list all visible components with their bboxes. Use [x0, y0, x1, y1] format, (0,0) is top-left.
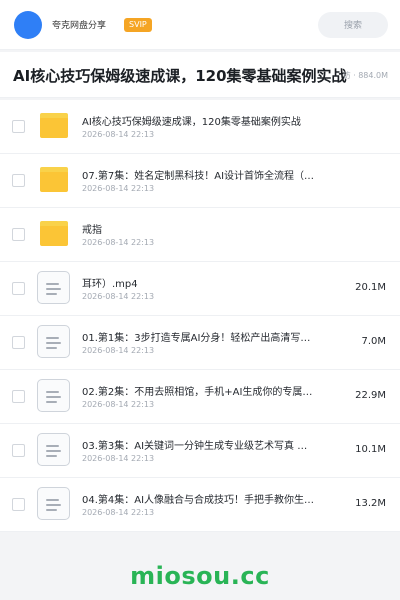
list-item[interactable]: 01.第1集：3步打造专属AI分身！轻松产出高清写… 2026-08-14 22… [0, 316, 400, 370]
title-meta: 访 · 884.0M [342, 71, 388, 80]
item-date: 2026-08-14 22:13 [82, 508, 155, 517]
document-icon [37, 433, 70, 466]
row-checkbox[interactable] [12, 498, 25, 511]
page-title: AI核心技巧保姆级速成课，120集零基础案例实战 [13, 67, 347, 85]
row-checkbox[interactable] [12, 336, 25, 349]
avatar[interactable] [14, 10, 42, 39]
document-icon [37, 379, 70, 412]
item-size: 13.2M [355, 498, 386, 509]
item-date: 2026-08-14 22:13 [82, 454, 155, 463]
folder-icon [40, 221, 68, 246]
watermark-text: miosou.cc [130, 562, 270, 590]
row-checkbox[interactable] [12, 174, 25, 187]
item-date: 2026-08-14 22:13 [82, 346, 155, 355]
item-name: 04.第4集：AI人像融合与合成技巧！手把手教你生… [82, 495, 315, 506]
row-checkbox[interactable] [12, 390, 25, 403]
folder-icon [40, 113, 68, 138]
search-input[interactable]: 搜索 [318, 11, 388, 38]
item-size: 7.0M [361, 336, 386, 347]
list-item[interactable]: 耳环）.mp4 2026-08-14 22:13 20.1M [0, 262, 400, 316]
item-name: 07.第7集：姓名定制黑科技！AI设计首饰全流程（… [82, 171, 315, 182]
list-item[interactable]: 07.第7集：姓名定制黑科技！AI设计首饰全流程（… 2026-08-14 22… [0, 154, 400, 208]
item-size: 22.9M [355, 390, 386, 401]
item-date: 2026-08-14 22:13 [82, 400, 155, 409]
item-date: 2026-08-14 22:13 [82, 238, 155, 247]
row-checkbox[interactable] [12, 120, 25, 133]
folder-icon [40, 167, 68, 192]
row-checkbox[interactable] [12, 444, 25, 457]
document-icon [37, 487, 70, 520]
top-header: 夸克网盘分享 SVIP 搜索 [0, 0, 400, 50]
item-name: 03.第3集：AI关键词一分钟生成专业级艺术写真 … [82, 441, 308, 452]
list-item[interactable]: 04.第4集：AI人像融合与合成技巧！手把手教你生… 2026-08-14 22… [0, 478, 400, 532]
site-name[interactable]: 夸克网盘分享 [52, 18, 106, 31]
svip-badge: SVIP [124, 17, 152, 32]
item-name: AI核心技巧保姆级速成课，120集零基础案例实战 [82, 117, 301, 128]
document-icon [37, 271, 70, 304]
item-name: 耳环）.mp4 [82, 279, 138, 290]
item-date: 2026-08-14 22:13 [82, 184, 155, 193]
item-name: 02.第2集：不用去照相馆，手机+AI生成你的专属… [82, 387, 313, 398]
list-item[interactable]: AI核心技巧保姆级速成课，120集零基础案例实战 2026-08-14 22:1… [0, 100, 400, 154]
item-size: 10.1M [355, 444, 386, 455]
file-list: AI核心技巧保姆级速成课，120集零基础案例实战 2026-08-14 22:1… [0, 100, 400, 532]
share-title-bar: AI核心技巧保姆级速成课，120集零基础案例实战 访 · 884.0M [0, 52, 400, 98]
list-item[interactable]: 03.第3集：AI关键词一分钟生成专业级艺术写真 … 2026-08-14 22… [0, 424, 400, 478]
list-item[interactable]: 02.第2集：不用去照相馆，手机+AI生成你的专属… 2026-08-14 22… [0, 370, 400, 424]
row-checkbox[interactable] [12, 228, 25, 241]
item-name: 01.第1集：3步打造专属AI分身！轻松产出高清写… [82, 333, 311, 344]
search-placeholder: 搜索 [343, 21, 362, 31]
list-item[interactable]: 戒指 2026-08-14 22:13 [0, 208, 400, 262]
item-date: 2026-08-14 22:13 [82, 130, 155, 139]
item-date: 2026-08-14 22:13 [82, 292, 155, 301]
item-name: 戒指 [82, 225, 102, 236]
document-icon [37, 325, 70, 358]
item-size: 20.1M [355, 282, 386, 293]
row-checkbox[interactable] [12, 282, 25, 295]
